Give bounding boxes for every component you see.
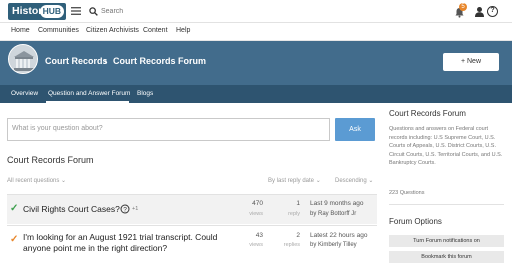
nav-citizen-archivists[interactable]: Citizen Archivists (86, 27, 139, 34)
vote-count: +1 (132, 206, 139, 212)
main-nav: Home Communities Citizen Archivists Cont… (0, 23, 512, 41)
views-count: 43 (255, 232, 263, 239)
help-icon[interactable]: ? (487, 6, 498, 17)
logo-badge: HUB (39, 5, 64, 18)
question-count: 223 Questions (389, 190, 425, 196)
nav-communities[interactable]: Communities (38, 27, 79, 34)
ask-button[interactable]: Ask (335, 118, 375, 141)
nav-help[interactable]: Help (176, 27, 190, 34)
last-activity-time[interactable]: Latest 22 hours ago (310, 232, 367, 239)
last-activity-author[interactable]: by Ray Bottorff Jr (310, 211, 356, 217)
views-label: views (249, 211, 263, 217)
breadcrumb-court-records[interactable]: Court Records (45, 56, 108, 66)
new-button[interactable]: + New (443, 53, 499, 71)
thread-title[interactable]: I'm looking for an August 1921 trial tra… (23, 232, 223, 254)
replies-label: reply (288, 211, 300, 217)
replies-count: 2 (296, 232, 300, 239)
thread-title[interactable]: Civil Rights Court Cases? (23, 204, 120, 215)
forum-options-title: Forum Options (389, 217, 442, 226)
suggested-answer-check-icon: ✓ (10, 234, 19, 245)
breadcrumb-court-records-forum[interactable]: Court Records Forum (113, 56, 206, 66)
question-input[interactable]: What is your question about? (7, 118, 330, 141)
forum-section-title: Court Records Forum (7, 155, 94, 165)
user-profile-icon[interactable] (474, 6, 485, 17)
thread-row[interactable]: ✓ I'm looking for an August 1921 trial t… (7, 225, 377, 265)
filter-order[interactable]: Descending ⌄ (335, 177, 373, 184)
nav-content[interactable]: Content (143, 27, 168, 34)
answered-check-icon: ✓ (10, 203, 19, 214)
views-count: 470 (252, 200, 263, 207)
replies-label: replies (283, 242, 300, 248)
tab-blogs[interactable]: Blogs (137, 90, 153, 97)
filter-sort-by[interactable]: By last reply date ⌄ (268, 177, 321, 184)
thread-row[interactable]: ✓ Civil Rights Court Cases? ? +1 470 vie… (7, 194, 377, 224)
sidebar-divider (389, 204, 504, 205)
bookmark-forum-button[interactable]: Bookmark this forum (389, 251, 504, 263)
breadcrumb-separator: › (104, 56, 107, 66)
views-label: views (249, 242, 263, 248)
active-tab-indicator (46, 101, 129, 103)
hamburger-menu-icon[interactable] (71, 7, 81, 15)
nav-home[interactable]: Home (11, 27, 30, 34)
last-activity-time[interactable]: Last 9 months ago (310, 200, 363, 207)
notifications-toggle-button[interactable]: Turn Forum notifications on (389, 235, 504, 247)
info-icon[interactable]: ? (120, 204, 130, 214)
filter-all-recent-questions[interactable]: All recent questions ⌄ (7, 177, 66, 184)
sidebar-description: Questions and answers on Federal court r… (389, 126, 503, 166)
history-hub-logo[interactable]: History HUB (8, 3, 66, 20)
court-building-image (8, 44, 38, 74)
last-activity-author[interactable]: by Kimberly Tilley (310, 242, 357, 248)
replies-count: 1 (296, 200, 300, 207)
tab-question-and-answer-forum[interactable]: Question and Answer Forum (48, 90, 130, 97)
search-input[interactable] (101, 5, 401, 18)
notification-count-badge: 5 (459, 3, 467, 11)
tab-overview[interactable]: Overview (11, 90, 38, 97)
svg-text:?: ? (123, 206, 127, 213)
sidebar-title: Court Records Forum (389, 109, 466, 118)
search-icon[interactable] (89, 7, 98, 16)
